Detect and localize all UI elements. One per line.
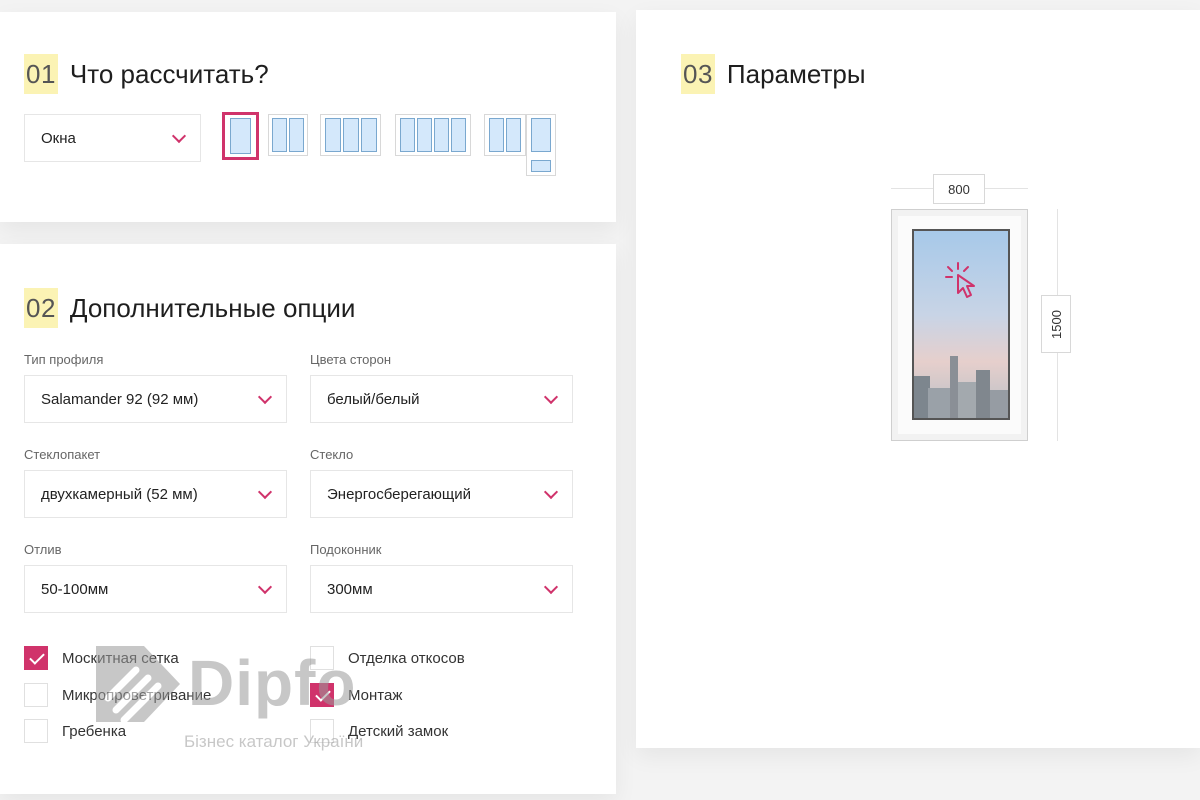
option-micro-vent[interactable]: Микропроветривание bbox=[24, 683, 211, 707]
profile-select[interactable]: Salamander 92 (92 мм) bbox=[24, 375, 287, 423]
window-pane-icon bbox=[506, 118, 521, 152]
window-type-four-sash[interactable] bbox=[395, 114, 471, 156]
city-building bbox=[958, 382, 976, 418]
checkbox-checked[interactable] bbox=[24, 646, 48, 670]
chevron-down-icon bbox=[543, 484, 559, 499]
width-dimension-field[interactable]: 800 bbox=[933, 174, 985, 204]
colors-label: Цвета сторон bbox=[310, 352, 392, 367]
option-label: Детский замок bbox=[348, 722, 449, 740]
window-preview-glass[interactable] bbox=[912, 229, 1010, 420]
window-pane-icon bbox=[400, 118, 415, 152]
chevron-down-icon bbox=[257, 389, 273, 404]
height-value: 1500 bbox=[1048, 309, 1064, 339]
section-number: 01 bbox=[24, 54, 58, 94]
glass-select-value: Энергосберегающий bbox=[327, 485, 472, 503]
glazing-label: Стеклопакет bbox=[24, 447, 101, 462]
city-building bbox=[990, 390, 1008, 418]
window-type-three-sash[interactable] bbox=[320, 114, 381, 156]
profile-select-value: Salamander 92 (92 мм) bbox=[41, 390, 199, 408]
checkbox[interactable] bbox=[310, 719, 334, 743]
option-label: Микропроветривание bbox=[62, 686, 212, 704]
section-number: 03 bbox=[681, 54, 715, 94]
option-slopes[interactable]: Отделка откосов bbox=[310, 646, 465, 670]
section-title: Параметры bbox=[726, 58, 866, 89]
sill-select-value: 300мм bbox=[327, 580, 373, 598]
window-pane-icon bbox=[342, 118, 359, 152]
section-heading-2: 02 Дополнительные опции bbox=[24, 288, 355, 328]
city-building bbox=[928, 388, 950, 418]
checkbox[interactable] bbox=[24, 683, 48, 707]
window-pane-icon bbox=[324, 118, 341, 152]
chevron-down-icon bbox=[543, 579, 559, 594]
option-label: Монтаж bbox=[348, 686, 403, 704]
window-pane-icon bbox=[451, 118, 466, 152]
sill-select[interactable]: 300мм bbox=[310, 565, 573, 613]
drip-select-value: 50-100мм bbox=[41, 580, 109, 598]
chevron-down-icon bbox=[257, 579, 273, 594]
product-select[interactable]: Окна bbox=[24, 114, 201, 162]
window-pane-icon bbox=[417, 118, 432, 152]
option-install[interactable]: Монтаж bbox=[310, 683, 402, 707]
door-pane-icon bbox=[531, 118, 551, 152]
window-pane-icon bbox=[489, 118, 504, 152]
window-type-one-sash[interactable] bbox=[222, 112, 259, 160]
window-pane-icon bbox=[434, 118, 449, 152]
section-heading-1: 01 Что рассчитать? bbox=[24, 54, 269, 94]
checkbox[interactable] bbox=[24, 719, 48, 743]
option-child-lock[interactable]: Детский замок bbox=[310, 719, 448, 743]
balcony-door-tile[interactable] bbox=[526, 114, 556, 176]
window-type-balcony-block[interactable] bbox=[484, 114, 526, 156]
option-label: Отделка откосов bbox=[348, 649, 465, 667]
product-select-value: Окна bbox=[41, 129, 76, 147]
profile-label: Тип профиля bbox=[24, 352, 104, 367]
height-dimension-field[interactable]: 1500 bbox=[1041, 295, 1071, 353]
checkbox[interactable] bbox=[310, 646, 334, 670]
option-mosquito-net[interactable]: Москитная сетка bbox=[24, 646, 179, 670]
window-pane-icon bbox=[272, 118, 287, 152]
city-building bbox=[976, 370, 990, 418]
section-number: 02 bbox=[24, 288, 58, 328]
door-bottom-pane-icon bbox=[531, 160, 551, 172]
drip-label: Отлив bbox=[24, 542, 62, 557]
glass-label: Стекло bbox=[310, 447, 354, 462]
chevron-down-icon bbox=[257, 484, 273, 499]
colors-select[interactable]: белый/белый bbox=[310, 375, 573, 423]
section-title: Дополнительные опции bbox=[69, 292, 356, 323]
window-pane-icon bbox=[230, 118, 251, 154]
click-pointer-icon bbox=[945, 262, 975, 298]
option-comb[interactable]: Гребенка bbox=[24, 719, 126, 743]
width-value: 800 bbox=[948, 181, 970, 197]
glazing-select-value: двухкамерный (52 мм) bbox=[41, 485, 198, 503]
option-label: Гребенка bbox=[62, 722, 127, 740]
option-label: Москитная сетка bbox=[62, 649, 179, 667]
colors-select-value: белый/белый bbox=[327, 390, 420, 408]
section-heading-3: 03 Параметры bbox=[681, 54, 866, 94]
section-title: Что рассчитать? bbox=[69, 58, 269, 89]
drip-select[interactable]: 50-100мм bbox=[24, 565, 287, 613]
glass-select[interactable]: Энергосберегающий bbox=[310, 470, 573, 518]
window-pane-icon bbox=[289, 118, 304, 152]
chevron-down-icon bbox=[543, 389, 559, 404]
window-type-two-sash[interactable] bbox=[268, 114, 308, 156]
window-pane-icon bbox=[360, 118, 377, 152]
city-building bbox=[950, 356, 958, 418]
glazing-select[interactable]: двухкамерный (52 мм) bbox=[24, 470, 287, 518]
sill-label: Подоконник bbox=[310, 542, 382, 557]
checkbox-checked[interactable] bbox=[310, 683, 334, 707]
chevron-down-icon bbox=[171, 128, 187, 143]
